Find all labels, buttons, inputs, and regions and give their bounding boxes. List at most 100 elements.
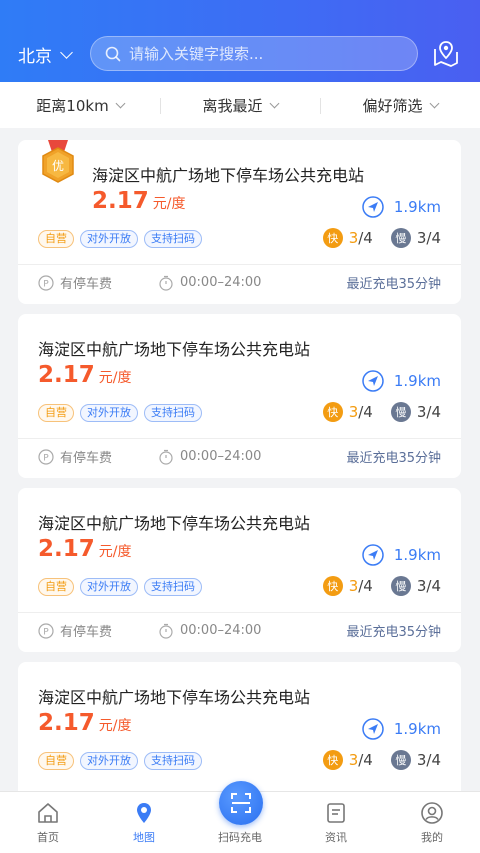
fast-charger-badge: 快 — [322, 228, 343, 248]
distance-text: 1.9km — [393, 372, 441, 390]
station-card[interactable]: 海淀区中航广场地下停车场公共充电站 2.17 元/度 1.9km 自营 对外开放 … — [18, 488, 461, 652]
filter-distance[interactable]: 距离10km — [0, 95, 160, 116]
charger-status: 快 3/4 慢 3/4 — [322, 228, 441, 248]
tag-scan-support: 支持扫码 — [144, 230, 202, 248]
home-icon — [38, 803, 58, 823]
scan-icon — [231, 793, 251, 813]
tag-scan-support: 支持扫码 — [144, 404, 202, 422]
timer-icon — [159, 275, 173, 291]
search-icon — [105, 46, 121, 61]
price-unit: 元/度 — [98, 718, 132, 734]
recent-charge-text: 最近充电35分钟 — [346, 277, 441, 292]
tab-home[interactable]: 首页 — [0, 792, 96, 853]
parking-icon: P — [38, 274, 54, 291]
fast-charger-count: 3/4 — [348, 751, 373, 769]
price-value: 2.17 — [38, 536, 95, 562]
tag-scan-support: 支持扫码 — [144, 752, 202, 770]
station-price: 2.17 元/度 — [38, 536, 131, 562]
tab-news-label: 资讯 — [325, 831, 347, 844]
timer-icon — [159, 623, 173, 639]
filter-sort-label: 离我最近 — [202, 96, 263, 115]
station-card[interactable]: 优 海淀区中航广场地下停车场公共充电站 2.17 元/度 1.9km 自营 对外开… — [18, 140, 461, 304]
station-name: 海淀区中航广场地下停车场公共充电站 — [38, 340, 311, 359]
slow-charger-count: 3/4 — [416, 229, 441, 247]
timer-icon — [159, 449, 173, 465]
tag-self-operated: 自营 — [38, 404, 74, 422]
hours-info: 00:00–24:00 — [158, 623, 261, 639]
hours-text: 00:00–24:00 — [180, 275, 262, 290]
chevron-down-icon — [429, 98, 439, 108]
svg-text:P: P — [43, 279, 49, 289]
navigate-button[interactable]: 1.9km — [362, 544, 441, 566]
parking-text: 有停车费 — [60, 277, 113, 292]
medal-icon: 优 — [42, 140, 74, 183]
card-footer: P 有停车费 00:00–24:00 最近充电35分钟 — [38, 273, 441, 292]
scan-charge-button[interactable] — [219, 781, 263, 825]
slow-charger-count: 3/4 — [416, 751, 441, 769]
navigation-icon — [362, 370, 384, 392]
tab-profile[interactable]: 我的 — [384, 792, 480, 853]
parking-icon: P — [38, 448, 54, 465]
charger-status: 快 3/4 慢 3/4 — [322, 750, 441, 770]
card-footer: P 有停车费 00:00–24:00 最近充电35分钟 — [38, 447, 441, 466]
tag-open-public: 对外开放 — [80, 752, 138, 770]
navigate-button[interactable]: 1.9km — [362, 196, 441, 218]
fast-charger-count: 3/4 — [348, 577, 373, 595]
price-unit: 元/度 — [98, 544, 132, 560]
parking-info: P 有停车费 — [38, 621, 158, 640]
price-value: 2.17 — [92, 188, 149, 214]
price-unit: 元/度 — [152, 196, 186, 212]
tag-scan-support: 支持扫码 — [144, 578, 202, 596]
hours-info: 00:00–24:00 — [158, 449, 261, 465]
tag-group: 自营 对外开放 支持扫码 — [38, 578, 202, 596]
document-icon — [327, 803, 345, 823]
station-list: 优 海淀区中航广场地下停车场公共充电站 2.17 元/度 1.9km 自营 对外开… — [18, 140, 461, 836]
tab-map[interactable]: 地图 — [96, 792, 192, 853]
divider — [18, 438, 461, 439]
location-pin-icon — [137, 803, 151, 823]
slow-charger-badge: 慢 — [390, 402, 411, 422]
navigation-icon — [362, 196, 384, 218]
station-card[interactable]: 海淀区中航广场地下停车场公共充电站 2.17 元/度 1.9km 自营 对外开放 … — [18, 314, 461, 478]
navigate-button[interactable]: 1.9km — [362, 370, 441, 392]
map-pin-icon[interactable] — [430, 38, 462, 70]
fast-charger-badge: 快 — [322, 576, 343, 596]
parking-text: 有停车费 — [60, 625, 113, 640]
distance-text: 1.9km — [393, 546, 441, 564]
search-box[interactable] — [90, 36, 418, 71]
card-footer: P 有停车费 00:00–24:00 最近充电35分钟 — [38, 621, 441, 640]
slow-charger-count: 3/4 — [416, 403, 441, 421]
slow-charger-badge: 慢 — [390, 576, 411, 596]
city-selector[interactable]: 北京 — [18, 42, 73, 67]
fast-charger-badge: 快 — [322, 750, 343, 770]
search-input[interactable] — [129, 44, 389, 63]
svg-text:优: 优 — [52, 159, 64, 173]
station-name: 海淀区中航广场地下停车场公共充电站 — [38, 688, 311, 707]
divider — [18, 264, 461, 265]
tab-profile-label: 我的 — [421, 831, 443, 844]
divider — [18, 612, 461, 613]
chevron-down-icon — [60, 45, 73, 59]
filter-sort[interactable]: 离我最近 — [160, 95, 320, 116]
filter-distance-label: 距离10km — [36, 96, 109, 115]
tag-open-public: 对外开放 — [80, 578, 138, 596]
navigation-icon — [362, 718, 384, 740]
station-name: 海淀区中航广场地下停车场公共充电站 — [38, 514, 311, 533]
chevron-down-icon — [269, 98, 279, 108]
slow-charger-count: 3/4 — [416, 577, 441, 595]
filter-preference[interactable]: 偏好筛选 — [320, 95, 480, 116]
slow-charger-badge: 慢 — [390, 228, 411, 248]
station-price: 2.17 元/度 — [38, 362, 131, 388]
parking-icon: P — [38, 622, 54, 639]
tab-news[interactable]: 资讯 — [288, 792, 384, 853]
chevron-down-icon — [115, 98, 126, 108]
navigation-icon — [362, 544, 384, 566]
navigate-button[interactable]: 1.9km — [362, 718, 441, 740]
filter-preference-label: 偏好筛选 — [362, 96, 423, 115]
charger-status: 快 3/4 慢 3/4 — [322, 402, 441, 422]
hours-text: 00:00–24:00 — [180, 449, 262, 464]
station-price: 2.17 元/度 — [38, 710, 131, 736]
charger-status: 快 3/4 慢 3/4 — [322, 576, 441, 596]
recent-charge-text: 最近充电35分钟 — [346, 451, 441, 466]
distance-text: 1.9km — [393, 720, 441, 738]
